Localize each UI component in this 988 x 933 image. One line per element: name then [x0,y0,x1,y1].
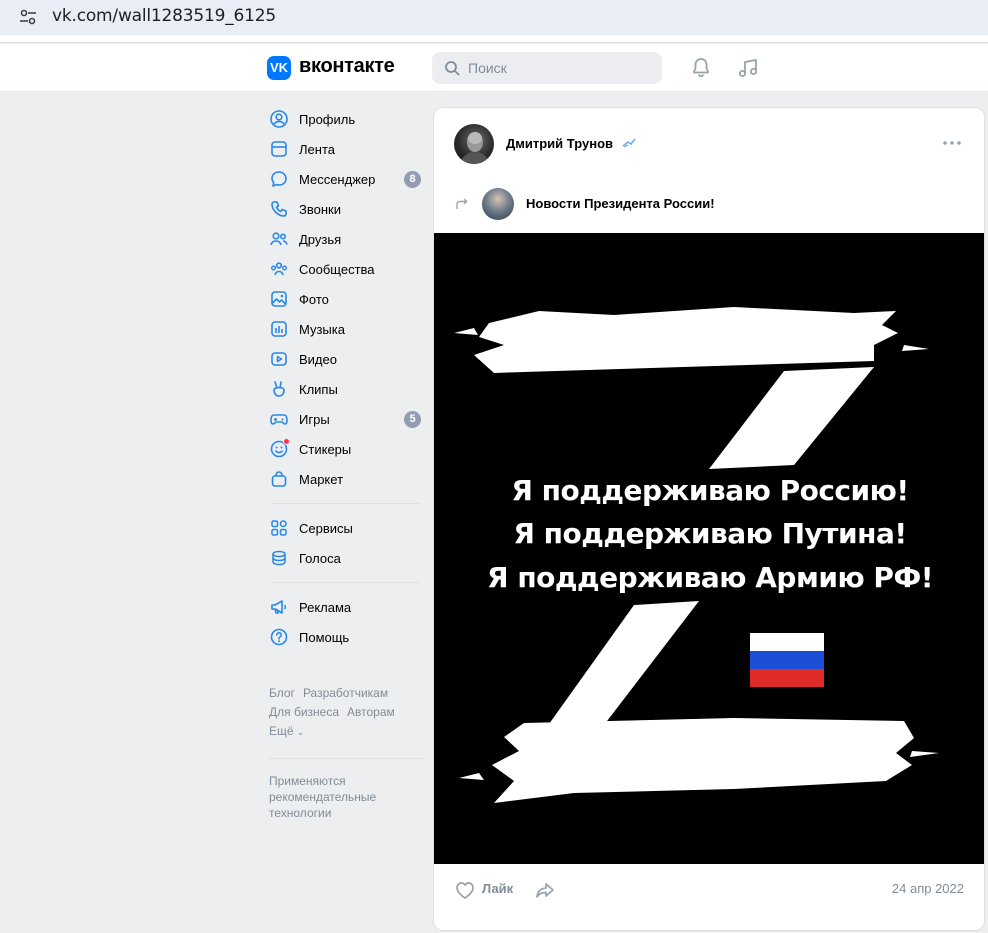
site-settings-icon[interactable] [18,7,38,27]
share-arrow-icon[interactable] [534,880,556,900]
footer-link-authors[interactable]: Авторам [347,705,395,719]
image-text-line-1: Я поддерживаю Россию! [511,474,909,507]
search-icon [445,61,460,76]
photo-icon [271,291,287,307]
image-text-line-3: Я поддерживаю Армию РФ! [487,561,933,594]
sidebar-item-label: Видео [299,351,337,367]
sidebar-item-services[interactable]: Сервисы [262,513,425,543]
market-bag-icon [271,471,287,487]
vk-logo-text[interactable]: вконтакте [299,55,395,78]
sidebar-item-music[interactable]: Музыка [262,314,425,344]
search-box[interactable] [432,52,662,84]
sidebar-item-clips[interactable]: Клипы [262,374,425,404]
vk-logo-icon[interactable]: VK [267,56,291,80]
games-icon [270,414,288,425]
sidebar-item-label: Клипы [299,381,338,397]
music-note-icon[interactable] [736,56,760,80]
footer-link-blog[interactable]: Блог [269,686,295,700]
votes-coins-icon [272,550,286,566]
post-image[interactable]: Я поддерживаю Россию! Я поддерживаю Пути… [434,233,984,864]
sidebar-item-votes[interactable]: Голоса [262,543,425,573]
new-dot-indicator [283,438,290,445]
sidebar-item-label: Сообщества [299,261,375,277]
sidebar-item-label: Фото [299,291,329,307]
author-avatar[interactable] [454,124,494,164]
sidebar-item-feed[interactable]: Лента [262,134,425,164]
feed-icon [271,141,287,157]
post-date[interactable]: 24 апр 2022 [892,881,964,896]
communities-icon [271,262,287,276]
sidebar-item-video[interactable]: Видео [262,344,425,374]
avatar-portrait [460,132,490,164]
footer-link-business[interactable]: Для бизнеса [269,705,339,719]
sidebar-divider [272,582,419,583]
megaphone-icon [271,600,287,614]
notifications-bell-icon[interactable] [689,56,713,80]
profile-icon [270,110,288,128]
search-input[interactable] [468,52,648,84]
sidebar-divider [272,503,419,504]
sidebar-item-calls[interactable]: Звонки [262,194,425,224]
browser-toolbar: vk.com/wall1283519_6125 [0,0,988,43]
sidebar-item-label: Игры [299,411,330,427]
sidebar-item-label: Звонки [299,201,341,217]
source-avatar[interactable] [482,188,514,220]
help-question-icon [270,628,288,646]
wall-post: Дмитрий Трунов Новости Президента России… [433,107,985,931]
sidebar-item-label: Стикеры [299,441,352,457]
sidebar-item-label: Лента [299,141,335,157]
sidebar-item-label: Музыка [299,321,345,337]
sidebar-item-market[interactable]: Маркет [262,464,425,494]
messenger-counter-badge: 8 [404,171,421,188]
sidebar-item-label: Помощь [299,629,350,645]
sidebar-item-label: Голоса [299,550,341,566]
sidebar-item-communities[interactable]: Сообщества [262,254,425,284]
sidebar-item-label: Мессенджер [299,171,376,187]
clips-icon [273,381,285,397]
more-options-icon[interactable] [942,138,962,148]
like-button[interactable]: Лайк [482,881,513,896]
sidebar-item-ads[interactable]: Реклама [262,592,425,622]
sidebar-footer-links: Блог Разработчикам Для бизнеса Авторам Ещё… [269,684,429,742]
sidebar-item-help[interactable]: Помощь [262,622,425,652]
site-header: VK вконтакте [0,44,988,92]
sidebar-item-friends[interactable]: Друзья [262,224,425,254]
sidebar-item-photo[interactable]: Фото [262,284,425,314]
sidebar-item-label: Профиль [299,111,356,127]
image-text-line-2: Я поддерживаю Путина! [513,517,907,550]
sidebar-item-games[interactable]: Игры 5 [262,404,425,434]
sidebar-item-messenger[interactable]: Мессенджер 8 [262,164,425,194]
post-author-name[interactable]: Дмитрий Трунов [506,136,613,151]
footer-more-toggle[interactable]: Ещё ⌄ [269,722,429,742]
chevron-down-icon: ⌄ [296,727,305,737]
sidebar-item-label: Маркет [299,471,344,487]
video-icon [271,352,287,366]
left-sidebar: Профиль Лента Мессенджер 8 Звонки Друзья… [262,104,425,652]
footer-link-more[interactable]: Ещё [269,724,294,738]
sidebar-item-profile[interactable]: Профиль [262,104,425,134]
repost-source-name[interactable]: Новости Президента России! [526,196,715,211]
messenger-icon [271,171,287,187]
stickers-icon-wrap [269,438,290,459]
friends-icon [270,232,288,246]
footer-link-developers[interactable]: Разработчикам [303,686,388,700]
sidebar-item-label: Сервисы [299,520,353,536]
url-text[interactable]: vk.com/wall1283519_6125 [52,6,276,26]
repost-arrow-icon [456,198,468,209]
sidebar-item-label: Реклама [299,599,352,615]
services-grid-icon [271,520,287,536]
sidebar-item-stickers[interactable]: Стикеры [262,434,425,464]
author-status-icon [622,138,636,148]
recommendation-notice[interactable]: Применяются рекомендательные технологии [269,773,409,821]
games-counter-badge: 5 [404,411,421,428]
phone-icon [271,201,287,217]
sidebar-footer-divider [269,758,425,759]
heart-icon[interactable] [454,880,476,900]
address-bar[interactable]: vk.com/wall1283519_6125 [0,0,988,35]
music-icon [271,321,287,337]
sidebar-item-label: Друзья [299,231,342,247]
